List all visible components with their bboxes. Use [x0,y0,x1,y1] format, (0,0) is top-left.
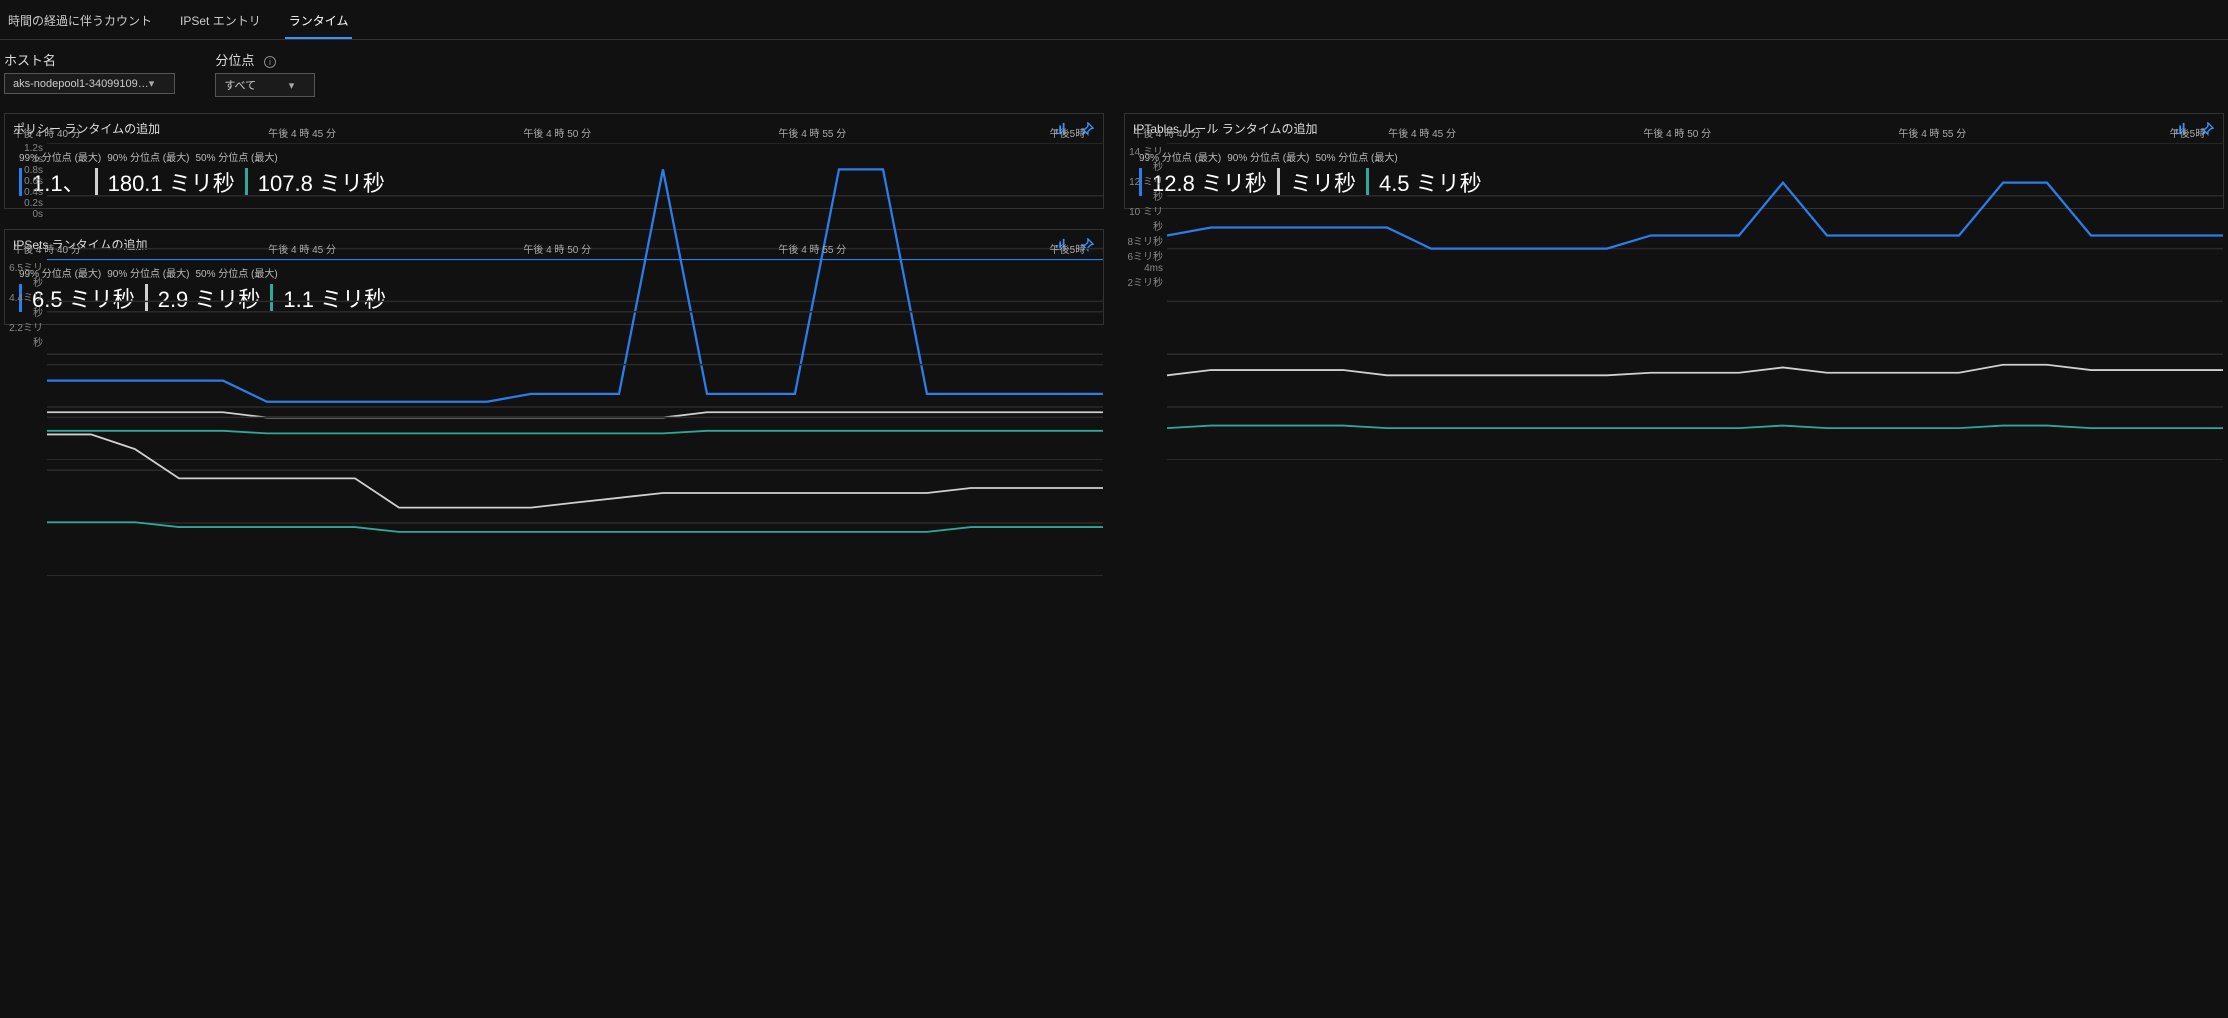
chart-panel: ポリシー ランタイムの追加 1.2s1s0.8s0.6s0.4s0.2s0s 午… [4,113,1104,209]
tabs: 時間の経過に伴うカウント IPSet エントリ ランタイム [0,0,2228,40]
chevron-down-icon: ▾ [149,77,155,90]
tab-runtime[interactable]: ランタイム [285,8,353,39]
charts-grid: ポリシー ランタイムの追加 1.2s1s0.8s0.6s0.4s0.2s0s 午… [0,109,2228,329]
x-axis: 午後 4 時 40 分午後 4 時 45 分午後 4 時 50 分午後 4 時 … [1167,125,2223,143]
quantile-value: すべて [224,77,256,93]
chart-panel: IPSets ランタイムの追加 6.5ミリ秒4.4ミリ秒2.2ミリ秒 午後 4 … [4,229,1104,325]
filter-bar: ホスト名 aks-nodepool1-34099109… ▾ 分位点 i すべて… [0,40,2228,109]
chart-panel: IPTables ルール ランタイムの追加 14 ミリ秒12 ミリ秒10 ミリ秒… [1124,113,2224,209]
x-axis: 午後 4 時 40 分午後 4 時 45 分午後 4 時 50 分午後 4 時 … [47,125,1103,143]
chevron-down-icon: ▾ [289,79,295,92]
hostname-dropdown[interactable]: aks-nodepool1-34099109… ▾ [4,73,175,94]
quantile-label: 分位点 i [215,50,315,69]
hostname-label: ホスト名 [4,50,175,69]
hostname-value: aks-nodepool1-34099109… [13,78,149,90]
quantile-dropdown[interactable]: すべて ▾ [215,73,315,97]
x-axis: 午後 4 時 40 分午後 4 時 45 分午後 4 時 50 分午後 4 時 … [47,241,1103,259]
tab-ipset-entries[interactable]: IPSet エントリ [176,8,265,39]
info-icon[interactable]: i [264,56,276,68]
chart-plot [47,259,1103,576]
tab-counts[interactable]: 時間の経過に伴うカウント [4,8,156,39]
chart-plot [1167,143,2223,460]
